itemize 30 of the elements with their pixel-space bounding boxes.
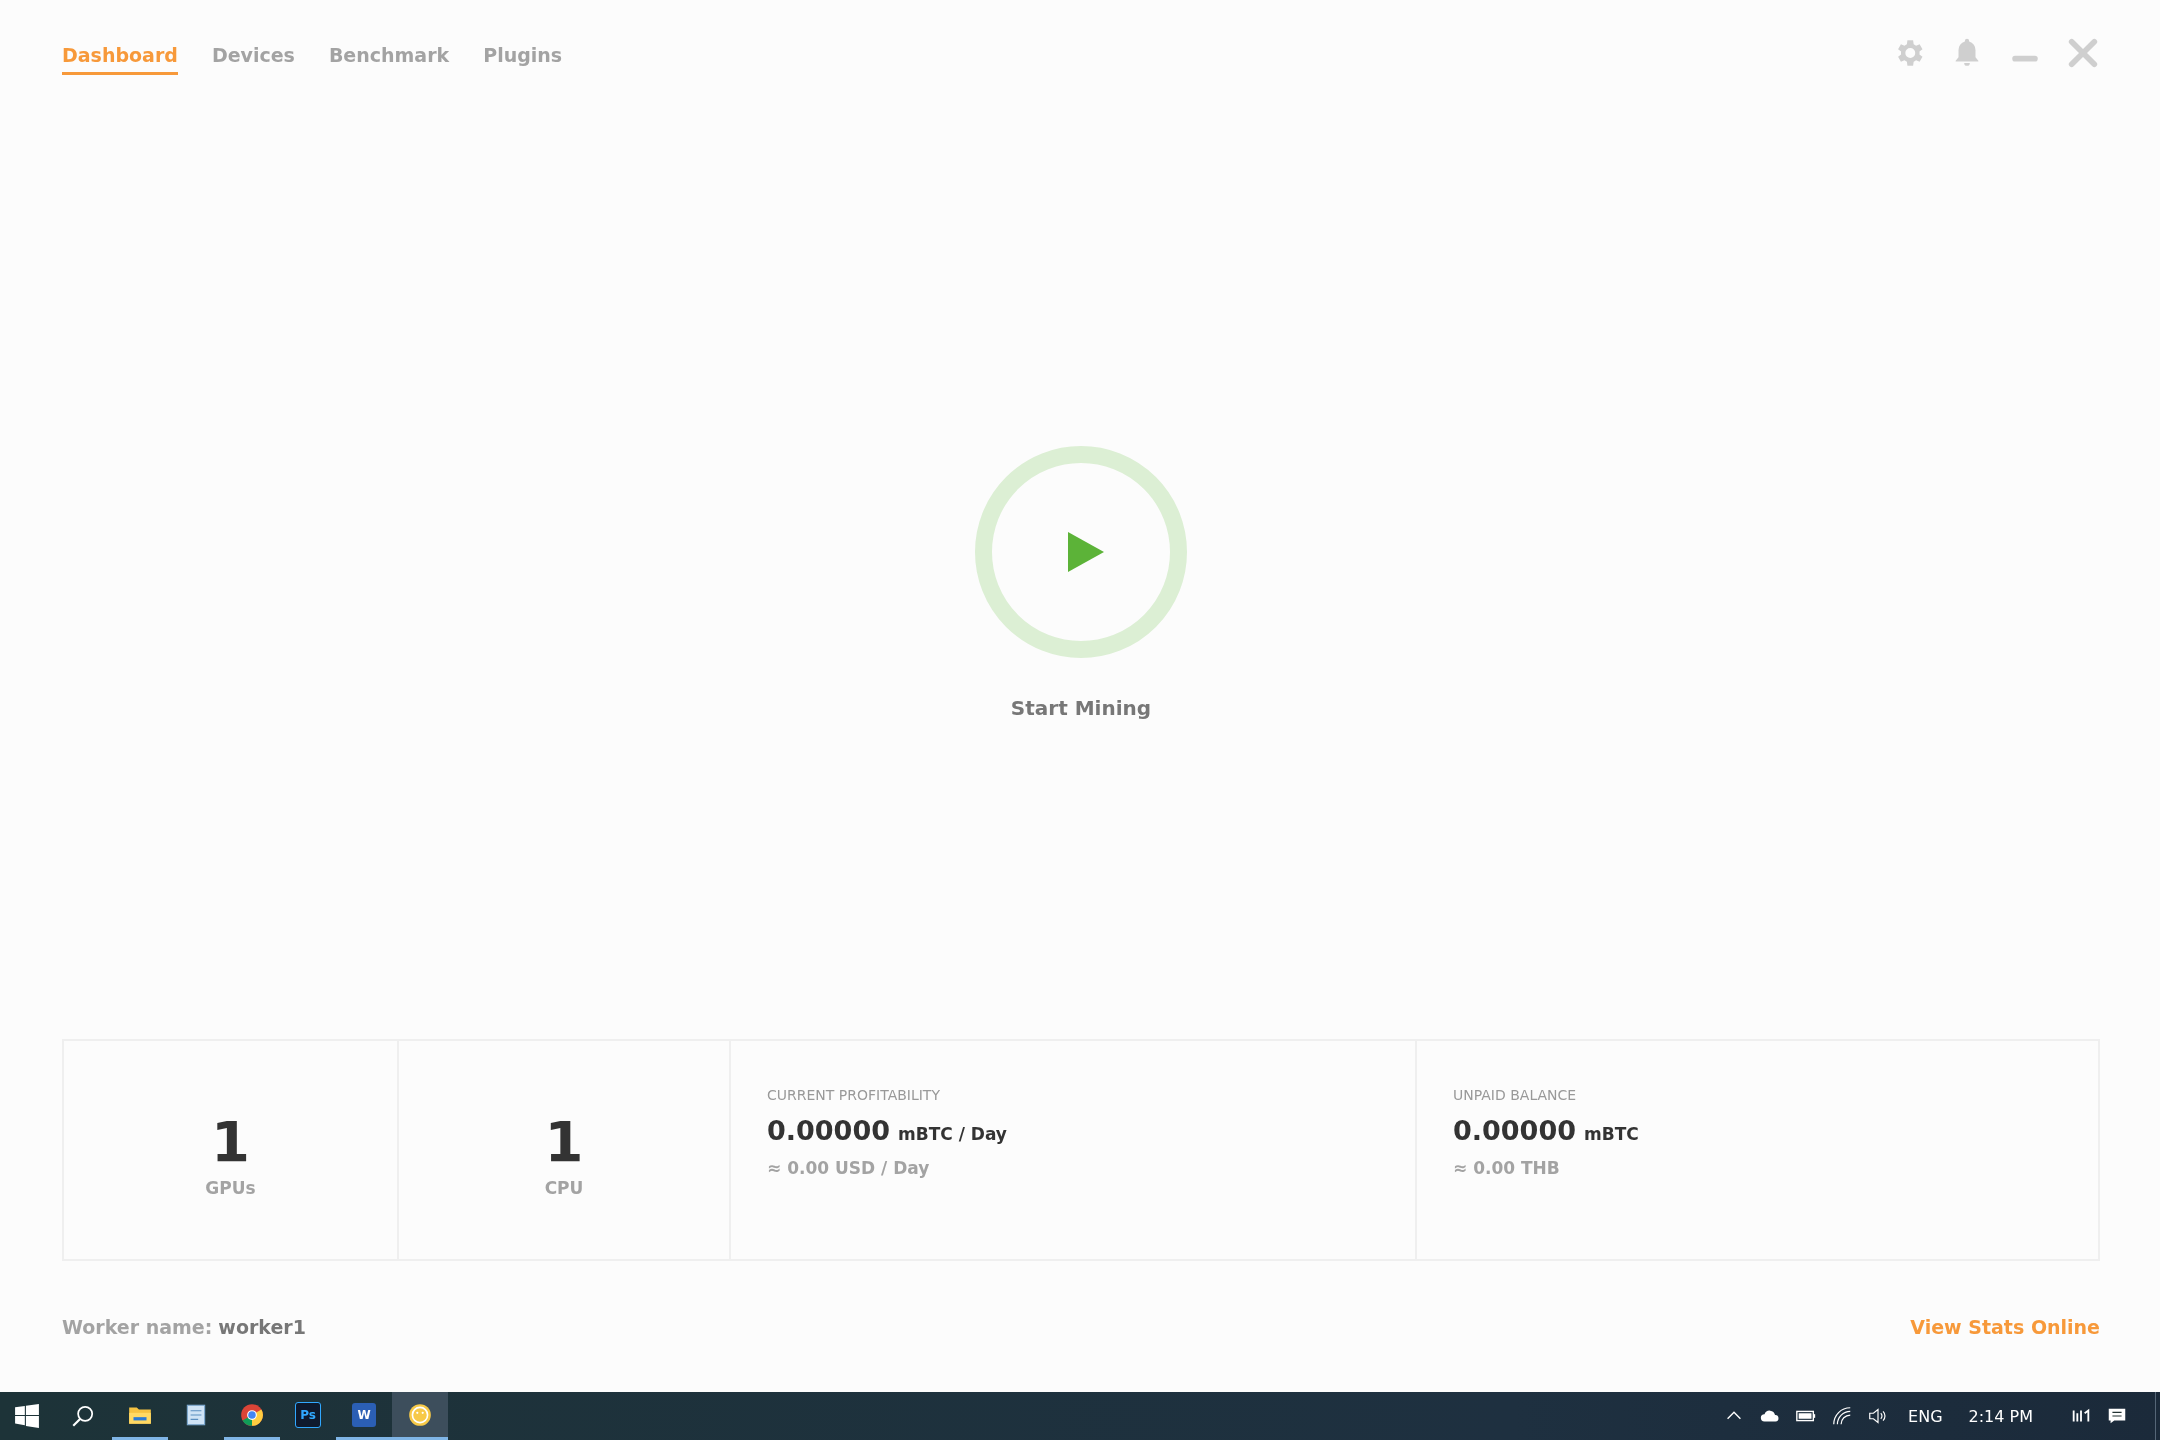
worker-name-label: Worker name: bbox=[62, 1315, 213, 1338]
nav-tab[interactable]: Benchmark bbox=[328, 44, 450, 75]
worker-name-value: worker1 bbox=[218, 1315, 306, 1338]
stat-title: CURRENT PROFITABILITY bbox=[767, 1087, 941, 1103]
start-icon[interactable] bbox=[14, 1403, 40, 1429]
app-letter-icon: W bbox=[352, 1402, 376, 1427]
view-stats-link[interactable]: View Stats Online bbox=[1910, 1315, 2100, 1338]
device-label: GPUs bbox=[205, 1178, 256, 1198]
start-mining-label: Start Mining bbox=[1010, 696, 1152, 720]
browser-icon bbox=[239, 1401, 265, 1428]
nav-tab[interactable]: Dashboard bbox=[62, 44, 178, 75]
stat-value: 0.00000 bbox=[767, 1115, 890, 1146]
language-indicator[interactable]: ENG bbox=[1908, 1406, 1943, 1426]
nav-tab[interactable]: Plugins bbox=[483, 44, 563, 75]
device-label: CPU bbox=[544, 1178, 584, 1198]
device-count: 1 bbox=[211, 1114, 250, 1170]
stat-unit: mBTC / Day bbox=[898, 1124, 1007, 1144]
taskbar-app[interactable] bbox=[392, 1392, 448, 1440]
stat-conversion: ≈ 0.00 USD / Day bbox=[767, 1158, 931, 1178]
device-count: 1 bbox=[544, 1114, 584, 1170]
nav-tab[interactable]: Devices bbox=[211, 44, 295, 75]
stat-conversion: ≈ 0.00 THB bbox=[1453, 1158, 1561, 1178]
stat-title: UNPAID BALANCE bbox=[1453, 1087, 1578, 1103]
search-icon[interactable] bbox=[70, 1403, 96, 1429]
taskbar-app[interactable]: Ps bbox=[280, 1392, 336, 1440]
app-letter-icon: Ps bbox=[295, 1401, 321, 1428]
stat-unit: mBTC bbox=[1584, 1124, 1639, 1144]
stat-value: 0.00000 bbox=[1453, 1115, 1576, 1146]
smiley-icon bbox=[407, 1401, 433, 1428]
clock[interactable]: 2:14 PM bbox=[1968, 1406, 2033, 1426]
